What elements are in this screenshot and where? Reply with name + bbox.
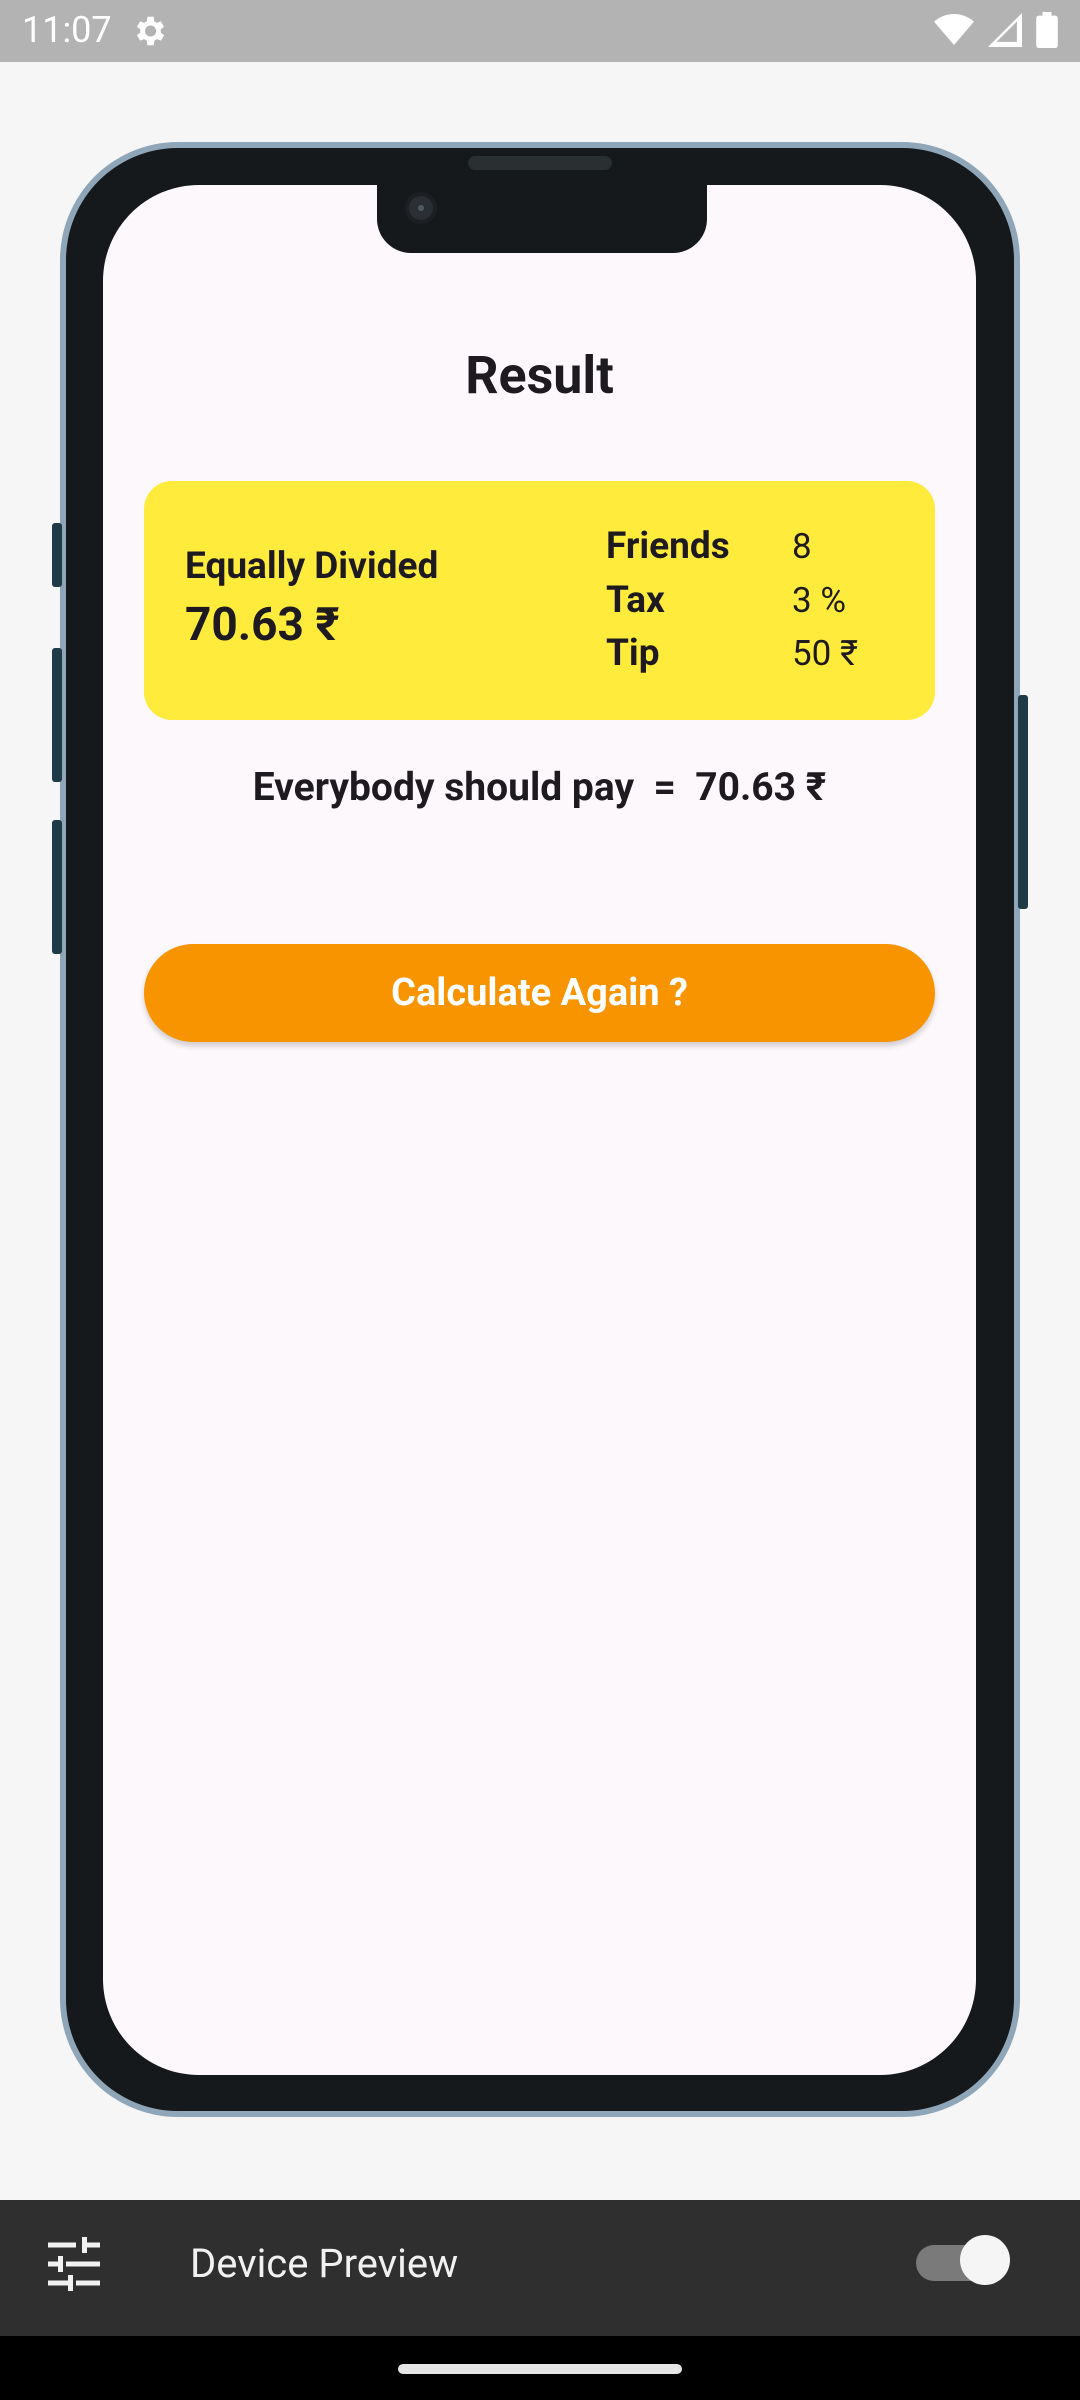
device-side-button [52,523,62,587]
tip-label: Tip [606,632,660,675]
device-speaker [468,156,612,170]
friends-value: 8 [792,526,812,567]
settings-gear-icon [136,16,165,46]
device-screen [103,185,976,2075]
friends-label: Friends [606,525,730,568]
front-camera [405,192,437,224]
equally-divided-value: 70.63 ₹ [185,598,340,652]
sliders-icon[interactable] [46,2237,102,2291]
signal-icon [988,13,1022,47]
page-title: Result [465,345,614,406]
device-volume-up-button [52,648,62,782]
tip-value: 50 ₹ [792,633,859,674]
device-volume-down-button [52,820,62,954]
tax-value: 3 % [792,580,846,621]
per-person-payment-text: Everybody should pay = 70.63 ₹ [252,764,827,810]
calculate-again-button[interactable]: Calculate Again ? [144,944,935,1042]
tax-label: Tax [606,579,665,622]
wifi-icon [934,14,974,45]
device-preview-toggle-knob[interactable] [960,2235,1010,2285]
device-power-button [1018,695,1028,909]
status-time: 11:07 [22,9,112,51]
home-gesture-handle[interactable] [398,2364,682,2374]
battery-icon [1036,12,1058,48]
status-bar: 11:07 [0,0,1080,62]
equally-divided-label: Equally Divided [185,545,439,588]
device-preview-label: Device Preview [190,2240,459,2287]
